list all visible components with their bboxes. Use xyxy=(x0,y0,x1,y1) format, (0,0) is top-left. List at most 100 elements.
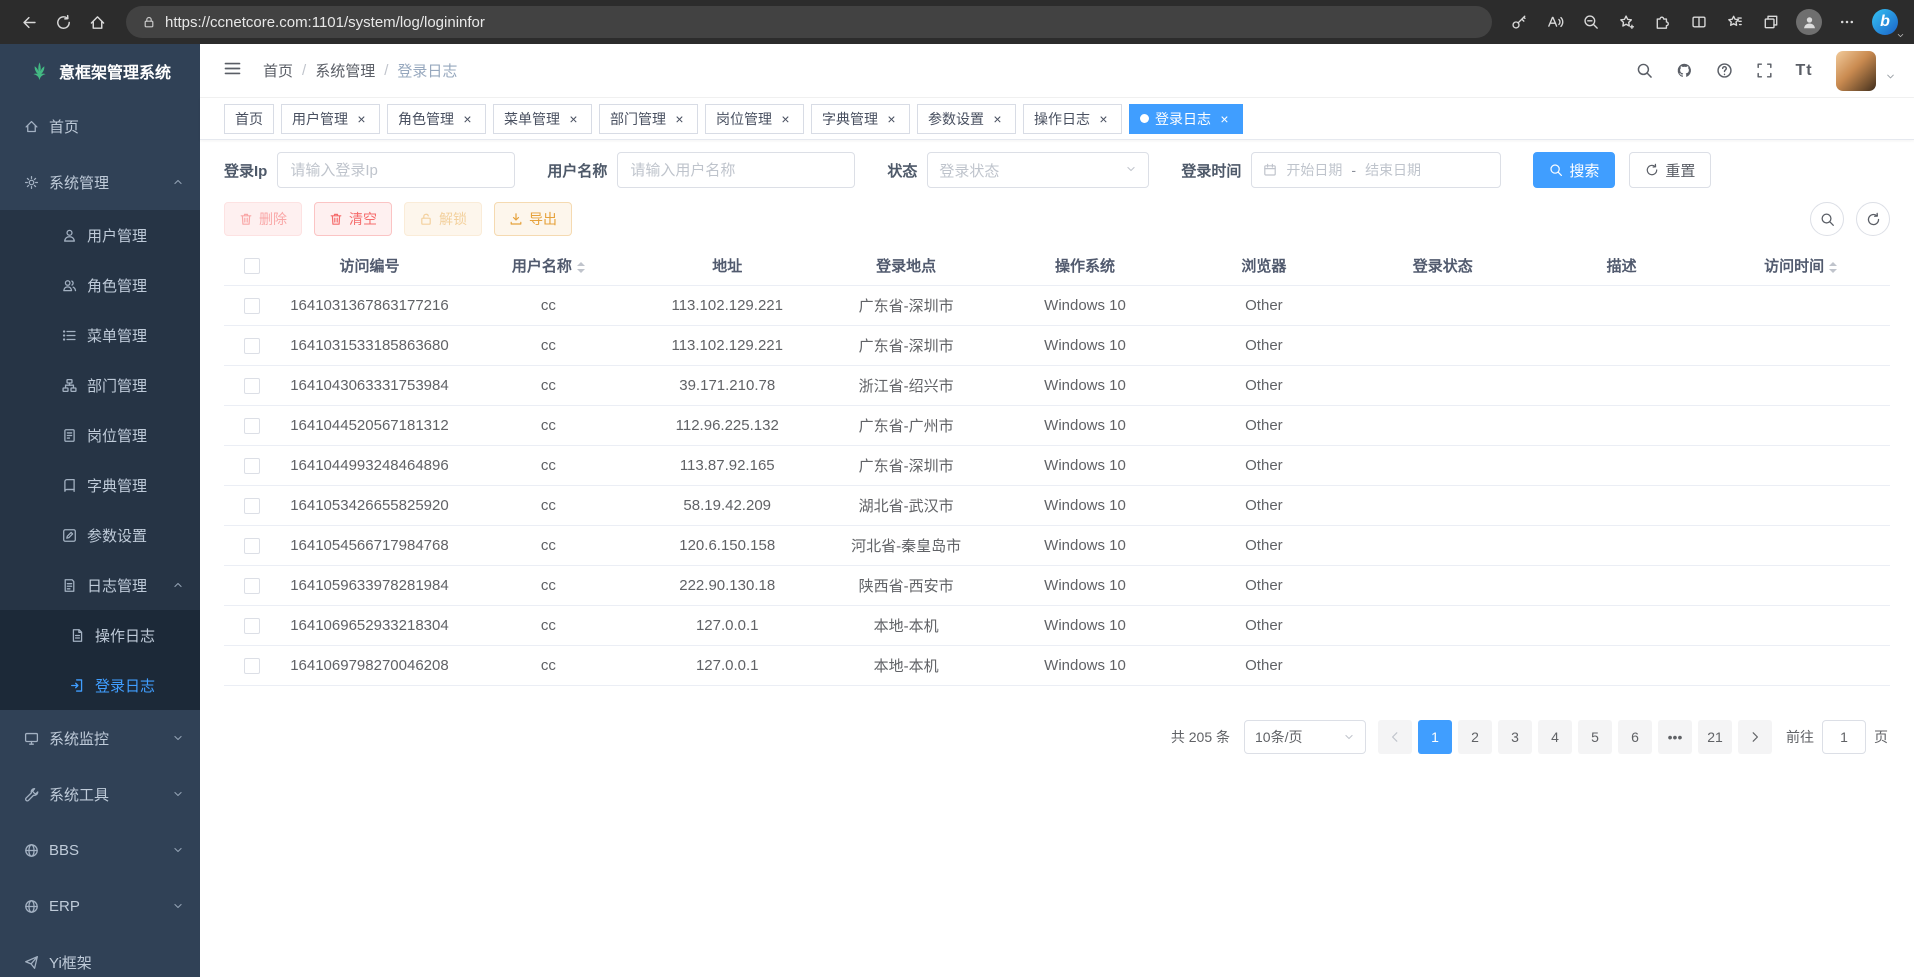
toggle-search-button[interactable] xyxy=(1810,202,1844,236)
page-button-21[interactable]: 21 xyxy=(1698,720,1732,754)
page-button-2[interactable]: 2 xyxy=(1458,720,1492,754)
sidebar-item-login-log[interactable]: 登录日志 xyxy=(0,660,200,710)
browser-profile-icon[interactable] xyxy=(1796,9,1822,35)
page-button-6[interactable]: 6 xyxy=(1618,720,1652,754)
row-checkbox[interactable] xyxy=(244,538,260,554)
username-input[interactable] xyxy=(617,152,855,188)
browser-menu-icon[interactable] xyxy=(1832,5,1862,39)
sidebar-item-bbs[interactable]: BBS xyxy=(0,822,200,878)
tab-user-management[interactable]: 用户管理× xyxy=(281,104,380,134)
ip-input[interactable] xyxy=(277,152,515,188)
site-info-lock-icon[interactable] xyxy=(142,15,156,29)
sidebar-item-system-tools[interactable]: 系统工具 xyxy=(0,766,200,822)
pagination-more-button[interactable]: ••• xyxy=(1658,720,1692,754)
add-favorite-icon[interactable] xyxy=(1612,5,1642,39)
pagination-next-button[interactable] xyxy=(1738,720,1772,754)
tab-dict-management[interactable]: 字典管理× xyxy=(811,104,910,134)
tab-menu-management[interactable]: 菜单管理× xyxy=(493,104,592,134)
breadcrumb-item[interactable]: 系统管理 xyxy=(315,60,375,81)
page-button-3[interactable]: 3 xyxy=(1498,720,1532,754)
row-checkbox[interactable] xyxy=(244,458,260,474)
tab-role-management[interactable]: 角色管理× xyxy=(387,104,486,134)
close-tab-icon[interactable]: × xyxy=(1096,111,1111,127)
clear-button[interactable]: 清空 xyxy=(314,202,392,236)
row-checkbox[interactable] xyxy=(244,338,260,354)
browser-refresh-button[interactable] xyxy=(46,5,80,39)
read-aloud-icon[interactable] xyxy=(1540,5,1570,39)
row-checkbox[interactable] xyxy=(244,378,260,394)
row-checkbox[interactable] xyxy=(244,618,260,634)
extensions-icon[interactable] xyxy=(1648,5,1678,39)
row-checkbox[interactable] xyxy=(244,418,260,434)
sidebar-item-user-management[interactable]: 用户管理 xyxy=(0,210,200,260)
tab-home[interactable]: 首页 xyxy=(224,104,274,134)
sidebar-item-dept-management[interactable]: 部门管理 xyxy=(0,360,200,410)
avatar-caret-icon[interactable] xyxy=(1885,71,1896,84)
font-size-icon[interactable]: Tt xyxy=(1786,53,1822,89)
breadcrumb-item[interactable]: 首页 xyxy=(263,60,293,81)
zoom-icon[interactable] xyxy=(1576,5,1606,39)
split-screen-icon[interactable] xyxy=(1684,5,1714,39)
sidebar-item-log-management[interactable]: 日志管理 xyxy=(0,560,200,610)
pagination-prev-button[interactable] xyxy=(1378,720,1412,754)
export-button[interactable]: 导出 xyxy=(494,202,572,236)
address-bar[interactable]: https://ccnetcore.com:1101/system/log/lo… xyxy=(126,6,1492,38)
tab-operation-log[interactable]: 操作日志× xyxy=(1023,104,1122,134)
row-checkbox[interactable] xyxy=(244,578,260,594)
page-button-4[interactable]: 4 xyxy=(1538,720,1572,754)
tab-login-log[interactable]: 登录日志× xyxy=(1129,104,1243,134)
row-checkbox[interactable] xyxy=(244,658,260,674)
sidebar-item-dict-management[interactable]: 字典管理 xyxy=(0,460,200,510)
sidebar-item-yi-framework[interactable]: Yi框架 xyxy=(0,934,200,977)
sort-carets-icon[interactable] xyxy=(1829,262,1837,273)
sidebar-item-system-management[interactable]: 系统管理 xyxy=(0,154,200,210)
reset-button[interactable]: 重置 xyxy=(1629,152,1711,188)
goto-page-input[interactable] xyxy=(1822,720,1866,754)
close-tab-icon[interactable]: × xyxy=(1217,111,1232,127)
tab-post-management[interactable]: 岗位管理× xyxy=(705,104,804,134)
row-checkbox[interactable] xyxy=(244,298,260,314)
avatar[interactable] xyxy=(1836,51,1876,91)
sidebar-item-operation-log[interactable]: 操作日志 xyxy=(0,610,200,660)
password-key-icon[interactable] xyxy=(1504,5,1534,39)
sidebar-item-param-settings[interactable]: 参数设置 xyxy=(0,510,200,560)
close-tab-icon[interactable]: × xyxy=(778,111,793,127)
close-tab-icon[interactable]: × xyxy=(460,111,475,127)
unlock-button[interactable]: 解锁 xyxy=(404,202,482,236)
date-range-picker[interactable]: 开始日期 - 结束日期 xyxy=(1251,152,1501,188)
github-icon[interactable] xyxy=(1666,53,1702,89)
sidebar-item-system-monitor[interactable]: 系统监控 xyxy=(0,710,200,766)
sort-carets-icon[interactable] xyxy=(577,262,585,273)
header-search-icon[interactable] xyxy=(1626,53,1662,89)
collections-icon[interactable] xyxy=(1756,5,1786,39)
page-button-1[interactable]: 1 xyxy=(1418,720,1452,754)
row-checkbox[interactable] xyxy=(244,498,260,514)
close-tab-icon[interactable]: × xyxy=(354,111,369,127)
tab-param-settings[interactable]: 参数设置× xyxy=(917,104,1016,134)
sidebar-item-erp[interactable]: ERP xyxy=(0,878,200,934)
column-header[interactable]: 用户名称 xyxy=(459,255,638,276)
tab-dept-management[interactable]: 部门管理× xyxy=(599,104,698,134)
close-tab-icon[interactable]: × xyxy=(672,111,687,127)
column-header[interactable]: 访问时间 xyxy=(1711,255,1890,276)
page-button-5[interactable]: 5 xyxy=(1578,720,1612,754)
browser-home-button[interactable] xyxy=(80,5,114,39)
sidebar-item-post-management[interactable]: 岗位管理 xyxy=(0,410,200,460)
help-icon[interactable] xyxy=(1706,53,1742,89)
collapse-sidebar-button[interactable] xyxy=(214,59,251,82)
select-all-checkbox[interactable] xyxy=(244,258,260,274)
sidebar-item-menu-management[interactable]: 菜单管理 xyxy=(0,310,200,360)
close-tab-icon[interactable]: × xyxy=(884,111,899,127)
copilot-button[interactable]: b xyxy=(1868,5,1902,39)
fullscreen-icon[interactable] xyxy=(1746,53,1782,89)
close-tab-icon[interactable]: × xyxy=(990,111,1005,127)
sidebar-item-home[interactable]: 首页 xyxy=(0,98,200,154)
search-button[interactable]: 搜索 xyxy=(1533,152,1615,188)
page-size-select[interactable]: 10条/页 xyxy=(1244,720,1366,754)
delete-button[interactable]: 删除 xyxy=(224,202,302,236)
browser-back-button[interactable] xyxy=(12,5,46,39)
close-tab-icon[interactable]: × xyxy=(566,111,581,127)
sidebar-item-role-management[interactable]: 角色管理 xyxy=(0,260,200,310)
status-select[interactable]: 登录状态 xyxy=(927,152,1149,188)
refresh-table-button[interactable] xyxy=(1856,202,1890,236)
